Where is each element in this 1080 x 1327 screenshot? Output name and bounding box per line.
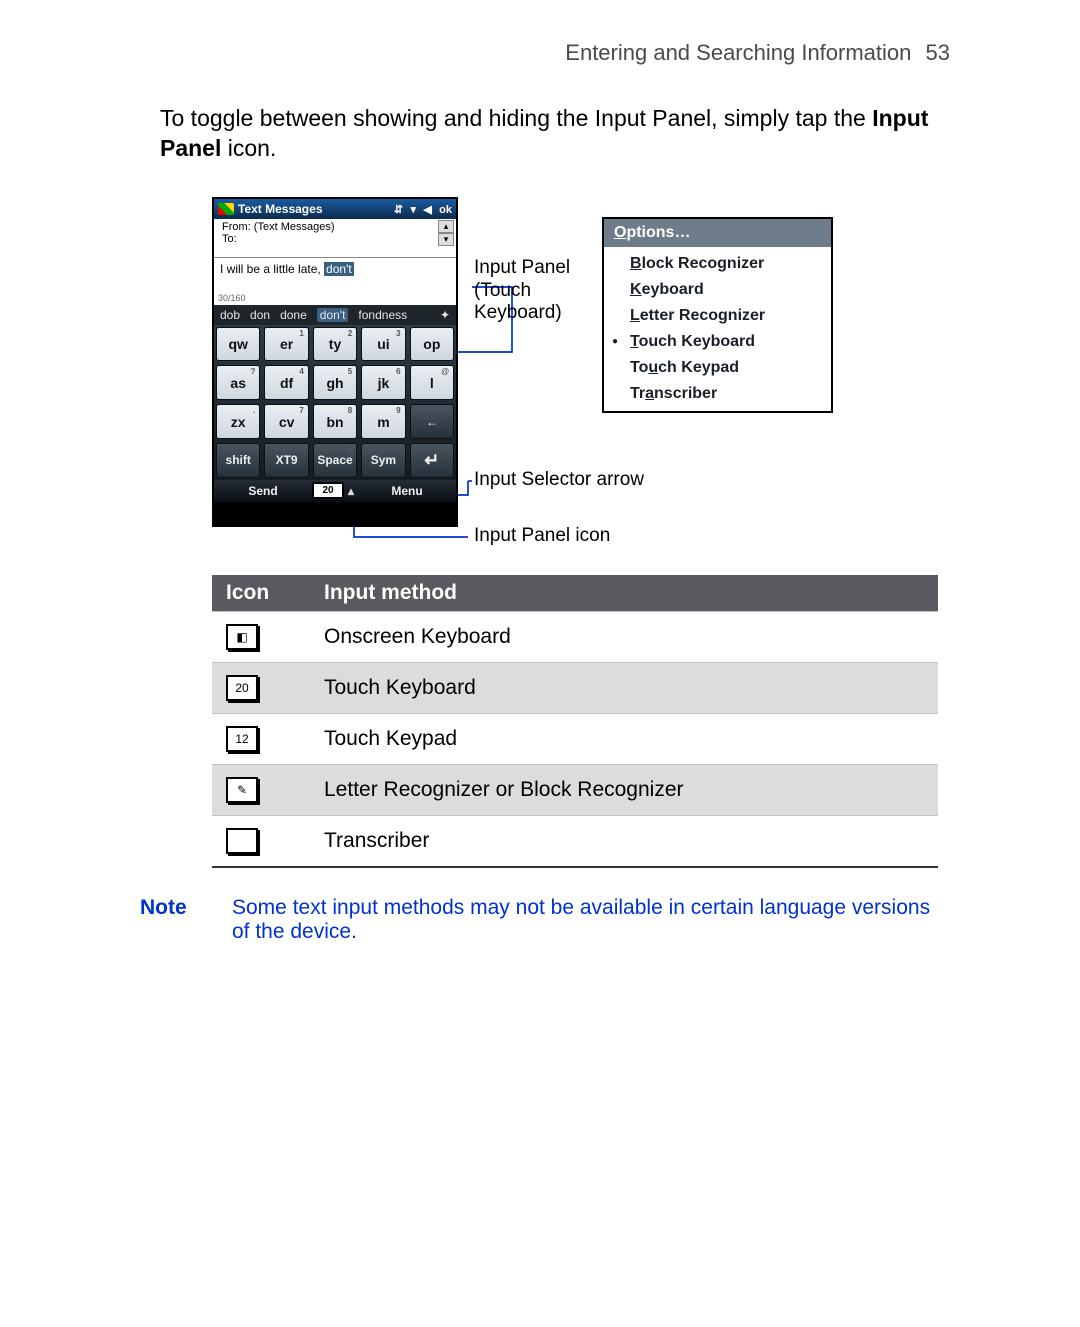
table-head-method: Input method <box>310 575 938 612</box>
intro-text-1: To toggle between showing and hiding the… <box>160 105 872 131</box>
header-running-title: Entering and Searching Information 53 <box>0 0 1080 66</box>
start-flag-icon[interactable] <box>218 203 234 215</box>
intro-text-2: icon. <box>228 135 277 161</box>
method-label: Letter Recognizer or Block Recognizer <box>310 764 938 815</box>
note-label: Note <box>140 896 200 944</box>
phone-softkeys: Send 20 ▴ Menu <box>214 480 456 502</box>
key-jk[interactable]: jk6 <box>361 365 405 400</box>
suggest-1[interactable]: don <box>250 308 270 322</box>
touch-keyboard[interactable]: qwer1ty2ui3op as?df4gh5jk6l@ zx.cv7bn8m9← s… <box>214 325 456 480</box>
from-value: (Text Messages) <box>254 221 335 233</box>
ok-button[interactable]: ok <box>439 204 452 216</box>
note-row: Note Some text input methods may not be … <box>0 868 1080 944</box>
send-button[interactable]: Send <box>214 484 312 498</box>
key-qw[interactable]: qw <box>216 327 260 362</box>
scroll-up-button[interactable]: ▴ <box>438 220 454 233</box>
key-Space[interactable]: Space0 <box>313 443 357 478</box>
volume-icon: ◀ <box>423 204 431 216</box>
from-label: From: <box>222 221 251 233</box>
message-area[interactable]: I will be a little late, don't 30/160 <box>214 258 456 305</box>
page-number: 53 <box>926 40 950 65</box>
phone-titlebar: Text Messages ⇵ ▾ ◀ ok <box>214 199 456 219</box>
char-count: 30/160 <box>218 293 246 303</box>
popup-item[interactable]: Letter Recognizer <box>604 303 831 329</box>
message-text: I will be a little late, <box>220 262 324 276</box>
phone-screenshot: Text Messages ⇵ ▾ ◀ ok From: (Text Messa… <box>212 197 458 527</box>
input-method-popup: Options… Block RecognizerKeyboardLetter … <box>602 217 833 413</box>
popup-item[interactable]: Touch Keypad <box>604 355 831 381</box>
method-label: Onscreen Keyboard <box>310 611 938 662</box>
key-↵[interactable]: ↵ <box>410 443 454 478</box>
sync-icon: ⇵ <box>394 204 403 216</box>
suggest-more-icon[interactable]: ✦ <box>440 308 450 322</box>
callout-panel-icon: Input Panel icon <box>474 525 610 548</box>
popup-header-rest: ptions… <box>626 224 690 241</box>
key-XT9[interactable]: XT9 <box>264 443 308 478</box>
key-ty[interactable]: ty2 <box>313 327 357 362</box>
method-icon-12: 12 <box>226 726 258 752</box>
method-icon-pen: ✎ <box>226 777 258 803</box>
key-bn[interactable]: bn8 <box>313 404 357 439</box>
key-df[interactable]: df4 <box>264 365 308 400</box>
suggest-4[interactable]: fondness <box>358 308 407 322</box>
method-icon-trans <box>226 828 258 854</box>
key-as[interactable]: as? <box>216 365 260 400</box>
method-label: Touch Keypad <box>310 713 938 764</box>
suggestion-bar[interactable]: dob don done don't fondness ✦ <box>214 305 456 325</box>
table-head-icon: Icon <box>212 575 310 612</box>
popup-item[interactable]: Transcriber <box>604 381 831 407</box>
input-panel-icon[interactable]: 20 <box>312 482 344 499</box>
key-ui[interactable]: ui3 <box>361 327 405 362</box>
popup-header-hot: O <box>614 224 626 241</box>
callout-input-panel: Input Panel (Touch Keyboard) <box>474 257 604 325</box>
popup-header[interactable]: Options… <box>604 219 831 247</box>
note-text: Some text input methods may not be avail… <box>232 896 950 944</box>
key-←[interactable]: ← <box>410 404 454 439</box>
method-icon-20: 20 <box>226 675 258 701</box>
menu-button[interactable]: Menu <box>358 484 456 498</box>
callout-selector-arrow: Input Selector arrow <box>474 469 644 492</box>
table-row: Transcriber <box>212 815 938 867</box>
scroll-down-button[interactable]: ▾ <box>438 233 454 246</box>
phone-title: Text Messages <box>238 202 323 216</box>
key-zx[interactable]: zx. <box>216 404 260 439</box>
table-row: 20 Touch Keyboard <box>212 662 938 713</box>
icon-method-table: Icon Input method ◧ Onscreen Keyboard 20 To… <box>212 575 938 868</box>
table-row: ◧ Onscreen Keyboard <box>212 611 938 662</box>
key-Sym[interactable]: Sym <box>361 443 405 478</box>
intro-paragraph: To toggle between showing and hiding the… <box>0 89 1080 174</box>
method-icon-keyboard: ◧ <box>226 624 258 650</box>
suggest-0[interactable]: dob <box>220 308 240 322</box>
method-label: Transcriber <box>310 815 938 867</box>
key-cv[interactable]: cv7 <box>264 404 308 439</box>
message-selected: don't <box>324 262 354 276</box>
key-m[interactable]: m9 <box>361 404 405 439</box>
key-gh[interactable]: gh5 <box>313 365 357 400</box>
suggest-2[interactable]: done <box>280 308 307 322</box>
compose-header: From: (Text Messages) To: ▴ ▾ <box>214 219 456 258</box>
signal-icon: ▾ <box>410 204 416 216</box>
popup-item[interactable]: Keyboard <box>604 277 831 303</box>
figure-cluster: Text Messages ⇵ ▾ ◀ ok From: (Text Messa… <box>212 197 932 557</box>
key-op[interactable]: op <box>410 327 454 362</box>
input-selector-arrow[interactable]: ▴ <box>344 484 358 498</box>
phone-status-icons: ⇵ ▾ ◀ ok <box>390 202 452 216</box>
popup-item[interactable]: Block Recognizer <box>604 251 831 277</box>
method-label: Touch Keyboard <box>310 662 938 713</box>
suggest-3[interactable]: don't <box>317 308 349 322</box>
key-shift[interactable]: shift <box>216 443 260 478</box>
table-row: ✎ Letter Recognizer or Block Recognizer <box>212 764 938 815</box>
key-er[interactable]: er1 <box>264 327 308 362</box>
to-label: To: <box>222 233 237 245</box>
header-title: Entering and Searching Information <box>565 40 911 65</box>
table-row: 12 Touch Keypad <box>212 713 938 764</box>
popup-item[interactable]: Touch Keyboard <box>604 329 831 355</box>
key-l[interactable]: l@ <box>410 365 454 400</box>
